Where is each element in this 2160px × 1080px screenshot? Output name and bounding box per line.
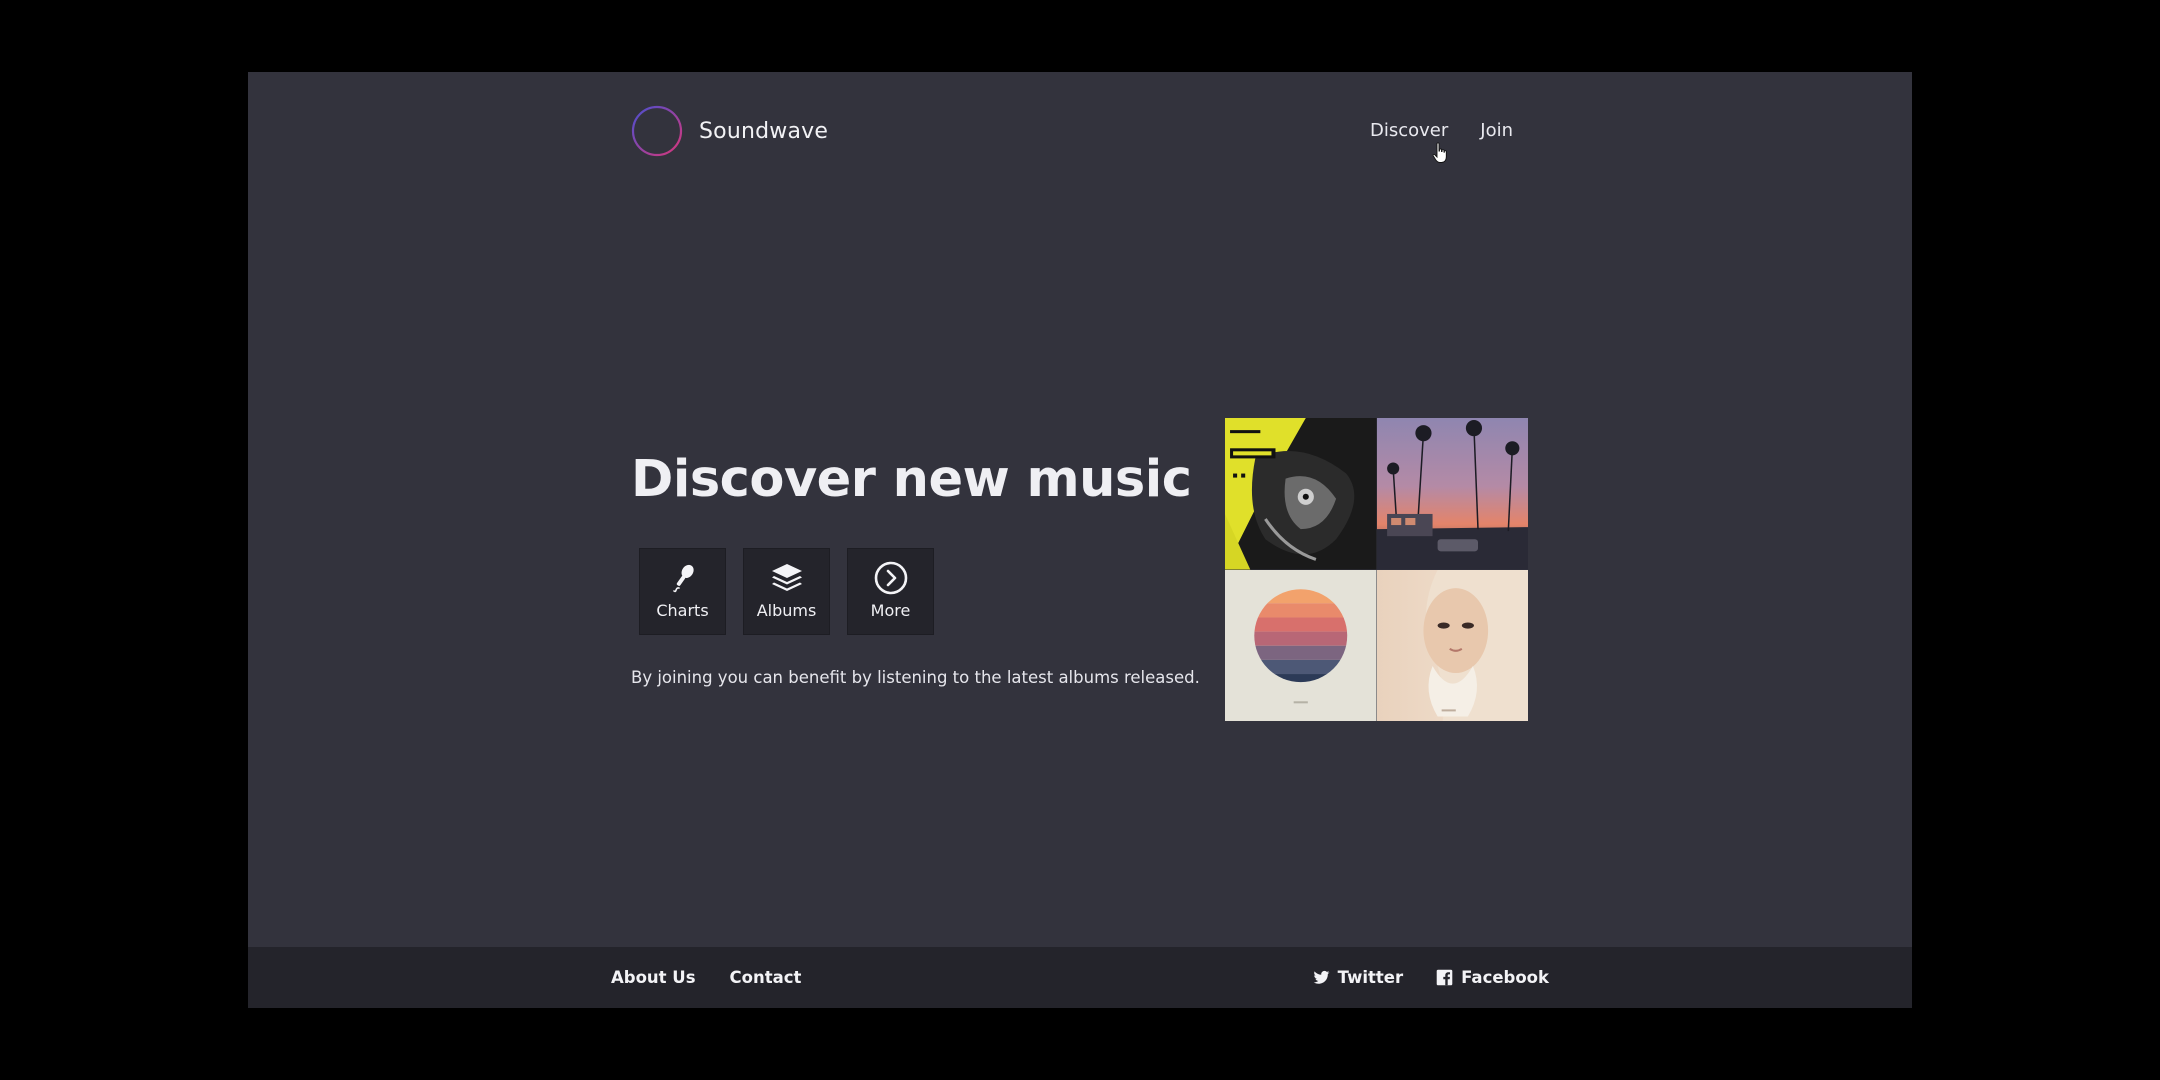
hand-pointer-cursor-icon [1432, 142, 1447, 163]
albums-button[interactable]: Albums [743, 548, 830, 635]
charts-button-label: Charts [656, 601, 709, 620]
hero-description: By joining you can benefit by listening … [631, 668, 1200, 687]
album-cover-palm-sunset[interactable] [1376, 418, 1528, 570]
microphone-icon [672, 564, 694, 593]
layers-icon [771, 564, 802, 591]
app-viewport: Soundwave Discover Join Discover new mus… [248, 72, 1912, 1008]
chevron-circle-right-icon [874, 561, 907, 595]
brand-name: Soundwave [699, 118, 829, 144]
footer-about-us-link[interactable]: About Us [611, 968, 696, 987]
facebook-icon [1436, 969, 1453, 986]
twitter-label: Twitter [1337, 968, 1404, 987]
twitter-icon [1313, 970, 1330, 984]
site-header: Soundwave Discover Join [248, 72, 1912, 192]
more-button[interactable]: More [847, 548, 934, 635]
site-footer: About Us Contact Twitter Facebook [248, 947, 1912, 1008]
album-cover-yellow-bird[interactable] [1225, 418, 1377, 570]
footer-twitter-link[interactable]: Twitter [1313, 968, 1403, 987]
album-cover-portrait[interactable] [1376, 569, 1528, 721]
footer-social-links: Twitter Facebook [1313, 947, 1549, 1008]
facebook-label: Facebook [1461, 968, 1549, 987]
soundwave-logo-icon [631, 105, 683, 157]
brand-home-link[interactable]: Soundwave [631, 105, 828, 157]
albums-button-label: Albums [756, 601, 817, 620]
footer-contact-link[interactable]: Contact [730, 968, 802, 987]
charts-button[interactable]: Charts [639, 548, 726, 635]
nav-discover-link[interactable]: Discover [1370, 120, 1448, 141]
footer-links: About Us Contact [611, 947, 801, 1008]
footer-facebook-link[interactable]: Facebook [1436, 968, 1549, 987]
hero-title: Discover new music [631, 450, 1192, 509]
album-cover-striped-sun[interactable] [1225, 569, 1377, 721]
hero-actions: Charts Albums More [639, 548, 934, 635]
album-grid [1225, 418, 1528, 721]
nav-join-link[interactable]: Join [1480, 120, 1513, 141]
main-nav: Discover Join [1370, 120, 1513, 141]
more-button-label: More [870, 601, 911, 620]
